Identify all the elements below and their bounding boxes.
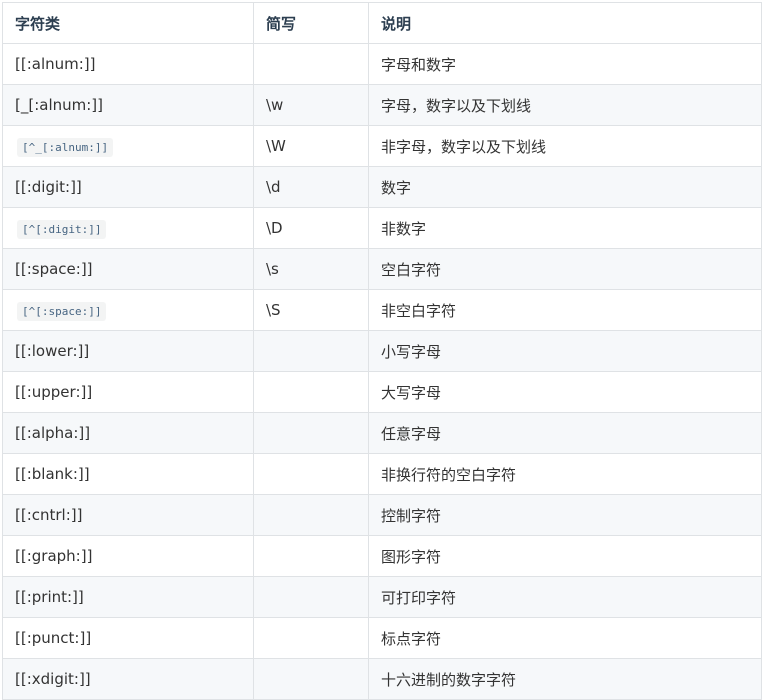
character-class-cell: [^[:digit:]] [2, 207, 254, 249]
description-cell: 小写字母 [368, 330, 762, 372]
table-header-row: 字符类 简写 说明 [2, 2, 762, 44]
table-header: 字符类 简写 说明 [2, 2, 762, 44]
description-cell: 非字母，数字以及下划线 [368, 125, 762, 167]
shorthand-cell [253, 494, 369, 536]
shorthand-cell [253, 658, 369, 700]
character-class-cell: [[:print:]] [2, 576, 254, 618]
table-row: [_[:alnum:]] \w 字母，数字以及下划线 [2, 84, 762, 126]
shorthand-cell: \S [253, 289, 369, 331]
table-body: [[:alnum:]] 字母和数字 [_[:alnum:]] \w 字母，数字以及下划线… [2, 43, 762, 700]
shorthand-cell [253, 330, 369, 372]
table-row: [[:space:]] \s 空白字符 [2, 248, 762, 290]
description-cell: 空白字符 [368, 248, 762, 290]
shorthand-cell: \w [253, 84, 369, 126]
table-row: [[:cntrl:]] 控制字符 [2, 494, 762, 536]
character-class-cell: [[:alnum:]] [2, 43, 254, 85]
description-cell: 非换行符的空白字符 [368, 453, 762, 495]
description-cell: 字母和数字 [368, 43, 762, 85]
description-cell: 字母，数字以及下划线 [368, 84, 762, 126]
table-row: [^_[:alnum:]] \W 非字母，数字以及下划线 [2, 125, 762, 167]
description-cell: 可打印字符 [368, 576, 762, 618]
description-cell: 非空白字符 [368, 289, 762, 331]
character-class-code: [^_[:alnum:]] [17, 138, 114, 157]
shorthand-cell [253, 535, 369, 577]
shorthand-cell: \s [253, 248, 369, 290]
table-row: [[:alnum:]] 字母和数字 [2, 43, 762, 85]
table-row: [[:alpha:]] 任意字母 [2, 412, 762, 454]
description-cell: 十六进制的数字字符 [368, 658, 762, 700]
shorthand-cell [253, 617, 369, 659]
character-class-table: 字符类 简写 说明 [[:alnum:]] 字母和数字 [_[:alnum:]] \w… [2, 2, 762, 700]
character-class-cell: [[:alpha:]] [2, 412, 254, 454]
character-class-cell: [[:graph:]] [2, 535, 254, 577]
description-cell: 控制字符 [368, 494, 762, 536]
character-class-cell: [^[:space:]] [2, 289, 254, 331]
table-row: [^[:digit:]] \D 非数字 [2, 207, 762, 249]
table-row: [[:punct:]] 标点字符 [2, 617, 762, 659]
character-class-cell: [[:digit:]] [2, 166, 254, 208]
character-class-code: [^[:digit:]] [17, 220, 107, 239]
header-shorthand: 简写 [253, 2, 369, 44]
character-class-cell: [^_[:alnum:]] [2, 125, 254, 167]
table-row: [[:upper:]] 大写字母 [2, 371, 762, 413]
table-row: [[:graph:]] 图形字符 [2, 535, 762, 577]
table-row: [[:digit:]] \d 数字 [2, 166, 762, 208]
character-class-cell: [[:blank:]] [2, 453, 254, 495]
character-class-code: [^[:space:]] [17, 302, 107, 321]
description-cell: 任意字母 [368, 412, 762, 454]
table-row: [[:print:]] 可打印字符 [2, 576, 762, 618]
description-cell: 大写字母 [368, 371, 762, 413]
table-row: [[:blank:]] 非换行符的空白字符 [2, 453, 762, 495]
character-class-cell: [[:space:]] [2, 248, 254, 290]
header-description: 说明 [368, 2, 762, 44]
shorthand-cell: \W [253, 125, 369, 167]
shorthand-cell: \d [253, 166, 369, 208]
table-row: [^[:space:]] \S 非空白字符 [2, 289, 762, 331]
description-cell: 标点字符 [368, 617, 762, 659]
shorthand-cell [253, 43, 369, 85]
shorthand-cell [253, 371, 369, 413]
description-cell: 非数字 [368, 207, 762, 249]
character-class-cell: [[:xdigit:]] [2, 658, 254, 700]
character-class-cell: [[:cntrl:]] [2, 494, 254, 536]
character-class-cell: [_[:alnum:]] [2, 84, 254, 126]
table-row: [[:xdigit:]] 十六进制的数字字符 [2, 658, 762, 700]
character-class-cell: [[:upper:]] [2, 371, 254, 413]
shorthand-cell [253, 412, 369, 454]
shorthand-cell: \D [253, 207, 369, 249]
shorthand-cell [253, 453, 369, 495]
description-cell: 图形字符 [368, 535, 762, 577]
character-class-cell: [[:punct:]] [2, 617, 254, 659]
character-class-cell: [[:lower:]] [2, 330, 254, 372]
table-row: [[:lower:]] 小写字母 [2, 330, 762, 372]
header-character-class: 字符类 [2, 2, 254, 44]
shorthand-cell [253, 576, 369, 618]
description-cell: 数字 [368, 166, 762, 208]
